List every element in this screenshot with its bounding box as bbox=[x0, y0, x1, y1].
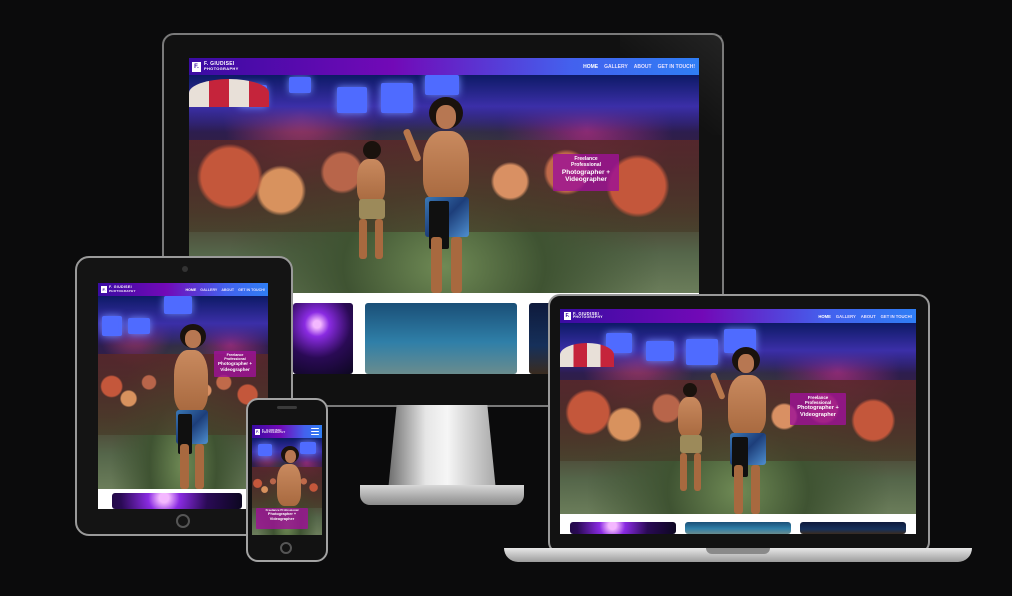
gallery-thumb[interactable] bbox=[112, 493, 242, 509]
hero-performer bbox=[168, 324, 214, 489]
logo[interactable]: F. F. GIUDISEI PHOTOGRAPHY bbox=[255, 428, 286, 435]
logo-mark: F. bbox=[255, 428, 260, 435]
tagline-videographer: Videographer bbox=[220, 366, 250, 372]
phone-speaker bbox=[277, 406, 297, 409]
logo-line-2: PHOTOGRAPHY bbox=[262, 430, 286, 434]
logo[interactable]: F. F. GIUDISEI PHOTOGRAPHY bbox=[564, 311, 603, 320]
tablet-camera bbox=[182, 266, 188, 272]
laptop-site: F. F. GIUDISEI PHOTOGRAPHY HOME GALLERY … bbox=[560, 309, 916, 534]
navbar: F. F. GIUDISEI PHOTOGRAPHY HOME GALLERY … bbox=[98, 283, 268, 296]
tagline-videographer: Videographer bbox=[565, 175, 607, 183]
nav-about[interactable]: ABOUT bbox=[221, 288, 234, 292]
nav-links: HOME GALLERY ABOUT GET IN TOUCH! bbox=[583, 64, 695, 70]
nav-about[interactable]: ABOUT bbox=[861, 314, 876, 319]
gallery-thumb[interactable] bbox=[365, 303, 517, 374]
navbar: F. F. GIUDISEI PHOTOGRAPHY HOME GALLERY … bbox=[189, 58, 699, 75]
hero-tagline: Freelance Professional Photographer + Vi… bbox=[214, 351, 256, 377]
laptop-notch bbox=[706, 548, 770, 554]
logo-line-2: PHOTOGRAPHY bbox=[573, 315, 603, 320]
logo-line-2: PHOTOGRAPHY bbox=[204, 66, 239, 71]
logo-text: F. GIUDISEI PHOTOGRAPHY bbox=[573, 311, 603, 320]
logo-mark: F. bbox=[564, 312, 571, 320]
gallery-thumb[interactable] bbox=[293, 303, 353, 374]
navbar: F. F. GIUDISEI PHOTOGRAPHY HOME GALLERY … bbox=[560, 309, 916, 323]
navbar: F. F. GIUDISEI PHOTOGRAPHY bbox=[252, 425, 322, 438]
nav-get-in-touch[interactable]: GET IN TOUCH! bbox=[238, 288, 265, 292]
hamburger-icon[interactable] bbox=[311, 428, 319, 435]
nav-gallery[interactable]: GALLERY bbox=[604, 64, 628, 70]
logo-text: F. GIUDISEI PHOTOGRAPHY bbox=[204, 62, 239, 71]
gallery-thumb[interactable] bbox=[800, 522, 906, 534]
nav-gallery[interactable]: GALLERY bbox=[836, 314, 856, 319]
tagline-videographer: Videographer bbox=[800, 411, 836, 418]
gallery-strip bbox=[98, 489, 268, 509]
gallery-thumb[interactable] bbox=[685, 522, 791, 534]
tagline-photographer: Photographer + bbox=[797, 405, 839, 412]
hero-performer bbox=[402, 97, 481, 293]
nav-links: HOME GALLERY ABOUT GET IN TOUCH! bbox=[818, 314, 912, 319]
hero-tagline: Freelance Professional Photographer + Vi… bbox=[553, 154, 619, 191]
nav-gallery[interactable]: GALLERY bbox=[200, 288, 217, 292]
logo-line-2: PHOTOGRAPHY bbox=[109, 288, 136, 293]
nav-get-in-touch[interactable]: GET IN TOUCH! bbox=[658, 64, 695, 70]
nav-home[interactable]: HOME bbox=[583, 64, 598, 70]
monitor-stand-neck bbox=[388, 405, 496, 491]
hero-performer bbox=[709, 347, 774, 514]
phone-home-button bbox=[280, 542, 292, 554]
tagline-photographer: Photographer + bbox=[561, 168, 611, 176]
monitor-stand-foot bbox=[360, 485, 524, 505]
logo-mark: F. bbox=[101, 286, 107, 293]
nav-home[interactable]: HOME bbox=[186, 288, 197, 292]
logo-text: F. GIUDISEI PHOTOGRAPHY bbox=[109, 286, 136, 293]
tablet-site: F. F. GIUDISEI PHOTOGRAPHY HOME GALLERY … bbox=[98, 283, 268, 509]
nav-links: HOME GALLERY ABOUT GET IN TOUCH! bbox=[186, 288, 266, 292]
hero-tagline: Freelance Professional Photographer + Vi… bbox=[790, 393, 846, 425]
gallery-strip bbox=[560, 514, 916, 534]
tablet-home-button bbox=[176, 514, 190, 528]
hero-image: Freelance Professional Photographer + Vi… bbox=[252, 438, 322, 535]
logo[interactable]: F. F. GIUDISEI PHOTOGRAPHY bbox=[192, 61, 239, 72]
hero-image: Freelance Professional Photographer + Vi… bbox=[560, 323, 916, 514]
tagline-videographer: Videographer bbox=[269, 516, 295, 521]
hero-image: Freelance Professional Photographer + Vi… bbox=[98, 296, 268, 489]
nav-about[interactable]: ABOUT bbox=[634, 64, 652, 70]
tagline-photographer: Photographer + bbox=[217, 361, 253, 367]
logo-mark: F. bbox=[192, 61, 201, 72]
phone-site: F. F. GIUDISEI PHOTOGRAPHY Freelance Pro… bbox=[252, 425, 322, 535]
nav-home[interactable]: HOME bbox=[818, 314, 831, 319]
hero-tagline: Freelance Professional Photographer + Vi… bbox=[256, 508, 308, 529]
logo-text: F. GIUDISEI PHOTOGRAPHY bbox=[262, 428, 286, 435]
gallery-thumb[interactable] bbox=[570, 522, 676, 534]
logo[interactable]: F. F. GIUDISEI PHOTOGRAPHY bbox=[101, 286, 136, 293]
nav-get-in-touch[interactable]: GET IN TOUCH! bbox=[881, 314, 912, 319]
